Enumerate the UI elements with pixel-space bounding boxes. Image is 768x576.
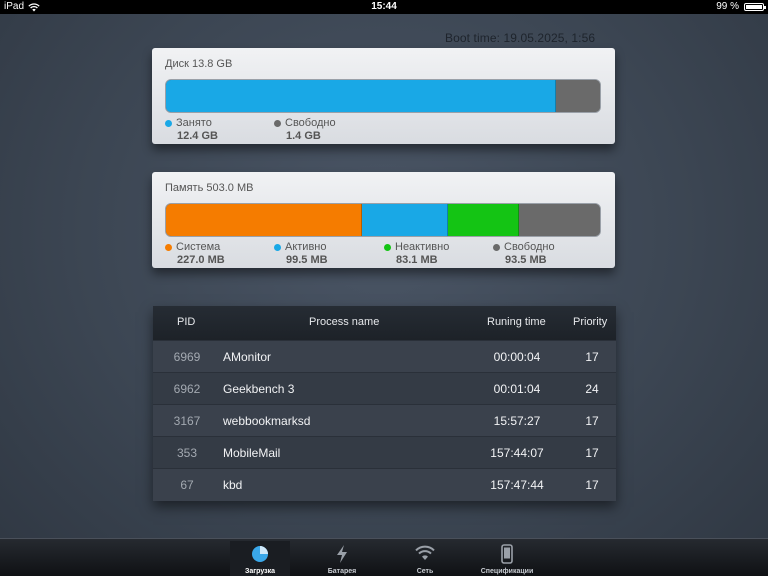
memory-bar-segment [361, 204, 448, 236]
battery-percent: 99 % [716, 1, 739, 12]
legend-value: 93.5 MB [505, 254, 547, 266]
process-pid: 353 [176, 446, 198, 460]
phone-icon [501, 544, 513, 564]
legend-value: 1.4 GB [286, 130, 321, 142]
process-name: AMonitor [223, 350, 272, 364]
pie-chart-icon [252, 546, 268, 562]
disk-title: Диск 13.8 GB [165, 58, 233, 70]
disk-bar-segment [555, 80, 600, 112]
legend-value: 83.1 MB [396, 254, 438, 266]
legend-dot-icon [274, 119, 281, 127]
process-priority: 17 [585, 446, 599, 460]
memory-bar-segment [447, 204, 520, 236]
legend-dot-icon [165, 119, 172, 127]
wifi-icon [415, 545, 435, 560]
process-running-time: 157:44:07 [490, 446, 544, 460]
tab-specs[interactable]: Спецификации [477, 541, 537, 576]
tab-label: Сеть [416, 568, 434, 575]
legend-value: 99.5 MB [286, 254, 328, 266]
process-row[interactable]: 353 MobileMail 157:44:07 17 [153, 436, 616, 468]
process-priority: 17 [585, 350, 599, 364]
process-priority: 24 [585, 382, 599, 396]
clock: 15:44 [371, 1, 397, 12]
process-row[interactable]: 6969 AMonitor 00:00:04 17 [153, 340, 616, 372]
status-bar: iPad 15:44 99 % [0, 0, 768, 14]
process-pid: 6969 [173, 350, 201, 364]
process-running-time: 157:47:44 [490, 478, 544, 492]
legend-dot-icon [493, 243, 500, 251]
memory-legend-item: Активно 99.5 MB [274, 241, 328, 266]
column-priority[interactable]: Priority [573, 306, 607, 338]
tab-battery[interactable]: Батарея [312, 541, 372, 576]
process-name: kbd [223, 478, 243, 492]
legend-dot-icon [274, 243, 281, 251]
process-running-time: 00:00:04 [493, 350, 541, 364]
column-process-name[interactable]: Process name [309, 306, 379, 338]
memory-bar-segment [519, 204, 600, 236]
memory-usage-bar [165, 203, 601, 237]
process-row[interactable]: 67 kbd 157:47:44 17 [153, 468, 616, 500]
disk-card: Диск 13.8 GB Занято 12.4 GB Свободно 1.4 GB [152, 48, 615, 144]
process-row[interactable]: 3167 webbookmarksd 15:57:27 17 [153, 404, 616, 436]
tab-label: Загрузка [244, 568, 276, 575]
process-priority: 17 [585, 478, 599, 492]
process-pid: 67 [180, 478, 194, 492]
process-running-time: 00:01:04 [493, 382, 541, 396]
tab-load[interactable]: Загрузка [230, 541, 290, 576]
legend-value: 12.4 GB [177, 130, 218, 142]
tab-network[interactable]: Сеть [395, 541, 455, 576]
legend-dot-icon [165, 243, 172, 251]
process-name: webbookmarksd [223, 414, 311, 428]
memory-legend-item: Свободно 93.5 MB [493, 241, 555, 266]
legend-label: Неактивно [395, 241, 450, 253]
process-table-header: PID Process name Runing time Priority [153, 306, 616, 340]
disk-usage-bar [165, 79, 601, 113]
legend-label: Активно [285, 241, 327, 253]
disk-legend-item: Свободно 1.4 GB [274, 117, 336, 142]
tab-label: Батарея [327, 568, 357, 575]
legend-label: Свободно [504, 241, 555, 253]
process-pid: 6962 [173, 382, 201, 396]
lightning-icon [337, 545, 347, 563]
process-table: PID Process name Runing time Priority 69… [153, 306, 616, 501]
memory-legend-item: Система 227.0 MB [165, 241, 225, 266]
process-priority: 17 [585, 414, 599, 428]
legend-label: Занято [176, 117, 212, 129]
process-running-time: 15:57:27 [493, 414, 541, 428]
process-name: Geekbench 3 [223, 382, 295, 396]
process-pid: 3167 [173, 414, 201, 428]
legend-label: Свободно [285, 117, 336, 129]
legend-value: 227.0 MB [177, 254, 225, 266]
boot-time: Boot time: 19.05.2025, 1:56 [445, 31, 596, 45]
column-running-time[interactable]: Runing time [487, 306, 546, 338]
battery-icon [744, 3, 766, 11]
tab-bar: Загрузка Батарея Сеть Спецификации [0, 538, 768, 576]
memory-title: Память 503.0 MB [165, 182, 254, 194]
memory-card: Память 503.0 MB Система 227.0 MB Активно 99… [152, 172, 615, 268]
disk-legend-item: Занято 12.4 GB [165, 117, 218, 142]
column-pid[interactable]: PID [177, 306, 195, 338]
memory-bar-segment [166, 204, 362, 236]
process-name: MobileMail [223, 446, 281, 460]
memory-legend-item: Неактивно 83.1 MB [384, 241, 449, 266]
disk-bar-segment [166, 80, 556, 112]
legend-label: Система [176, 241, 221, 253]
tab-label: Спецификации [480, 568, 534, 575]
legend-dot-icon [384, 243, 391, 251]
process-row[interactable]: 6962 Geekbench 3 00:01:04 24 [153, 372, 616, 404]
